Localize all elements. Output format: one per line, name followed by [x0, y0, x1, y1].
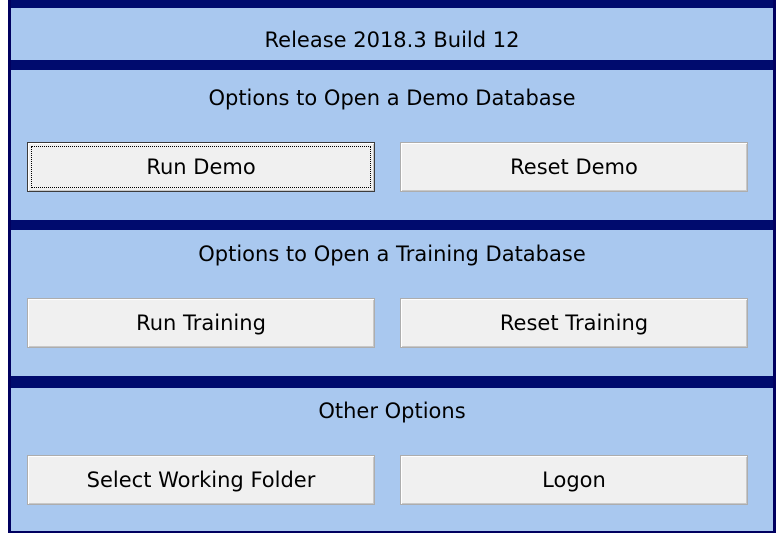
- section-divider-bar: [11, 60, 773, 70]
- launcher-panel: Release 2018.3 Build 12 Options to Open …: [8, 0, 776, 533]
- reset-training-button[interactable]: Reset Training: [400, 298, 748, 348]
- section-divider-bar: [11, 376, 773, 388]
- training-section-heading: Options to Open a Training Database: [198, 242, 586, 266]
- release-label: Release 2018.3 Build 12: [264, 28, 520, 52]
- logon-button[interactable]: Logon: [400, 455, 748, 505]
- run-demo-button[interactable]: Run Demo: [27, 142, 375, 192]
- run-training-button[interactable]: Run Training: [27, 298, 375, 348]
- other-options-heading: Other Options: [318, 399, 466, 423]
- section-divider-bar: [11, 220, 773, 230]
- reset-demo-button[interactable]: Reset Demo: [400, 142, 748, 192]
- demo-section-heading: Options to Open a Demo Database: [208, 86, 576, 110]
- top-divider-bar: [11, 0, 773, 8]
- select-working-folder-button[interactable]: Select Working Folder: [27, 455, 375, 505]
